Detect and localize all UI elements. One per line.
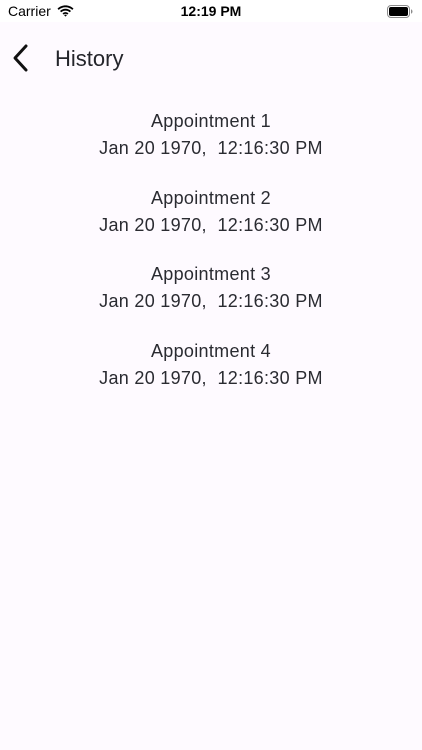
chevron-left-icon [13,44,28,72]
appointment-item[interactable]: Appointment 1 Jan 20 1970, 12:16:30 PM [0,108,422,185]
appointment-title: Appointment 1 [151,111,271,131]
appointment-item[interactable]: Appointment 2 Jan 20 1970, 12:16:30 PM [0,185,422,262]
appointment-date: Jan 20 1970, 12:16:30 PM [99,214,323,235]
appointment-date: Jan 20 1970, 12:16:30 PM [99,367,323,388]
history-screen: History Appointment 1 Jan 20 1970, 12:16… [0,22,422,750]
navigation-bar: History [0,22,422,96]
back-button[interactable] [4,39,36,77]
appointment-list: Appointment 1 Jan 20 1970, 12:16:30 PM A… [0,108,422,414]
appointment-date: Jan 20 1970, 12:16:30 PM [99,138,323,158]
status-time: 12:19 PM [180,3,242,19]
appointment-item[interactable]: Appointment 3 Jan 20 1970, 12:16:30 PM [0,261,422,338]
page-title: History [55,46,124,71]
appointment-title: Appointment 4 [151,340,271,361]
appointment-title: Appointment 3 [151,264,271,284]
appointment-title: Appointment 2 [151,187,271,208]
battery-icon [387,5,413,18]
appointment-date: Jan 20 1970, 12:16:30 PM [99,291,323,311]
appointment-item[interactable]: Appointment 4 Jan 20 1970, 12:16:30 PM [0,338,422,415]
status-bar: Carrier 12:19 PM [0,0,422,22]
